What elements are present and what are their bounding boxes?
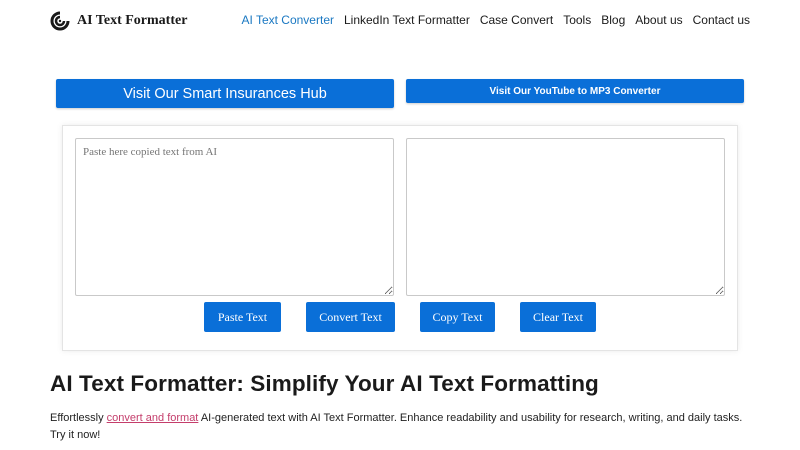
copy-text-button[interactable]: Copy Text	[420, 302, 495, 332]
output-textarea[interactable]	[406, 138, 725, 296]
paste-text-button[interactable]: Paste Text	[204, 302, 281, 332]
nav-contact-us[interactable]: Contact us	[693, 13, 750, 27]
page-title: AI Text Formatter: Simplify Your AI Text…	[50, 371, 599, 396]
clear-text-button[interactable]: Clear Text	[520, 302, 596, 332]
nav-blog[interactable]: Blog	[601, 13, 625, 27]
intro-paragraph: Effortlessly convert and format AI-gener…	[50, 410, 760, 444]
nav-ai-text-converter[interactable]: AI Text Converter	[242, 13, 334, 27]
brand-logo[interactable]: AI Text Formatter	[50, 10, 187, 32]
main-nav: AI Text Converter LinkedIn Text Formatte…	[242, 13, 751, 27]
brand-name: AI Text Formatter	[77, 13, 188, 28]
input-textarea[interactable]	[75, 138, 394, 296]
nav-case-convert[interactable]: Case Convert	[480, 13, 553, 27]
intro-text-start: Effortlessly	[50, 412, 107, 424]
nav-linkedin-text-formatter[interactable]: LinkedIn Text Formatter	[344, 13, 470, 27]
youtube-mp3-converter-button[interactable]: Visit Our YouTube to MP3 Converter	[406, 79, 744, 103]
convert-text-button[interactable]: Convert Text	[306, 302, 395, 332]
swirl-logo-icon	[50, 11, 70, 31]
nav-tools[interactable]: Tools	[563, 13, 591, 27]
site-header: AI Text Formatter AI Text Converter Link…	[0, 0, 800, 42]
nav-about-us[interactable]: About us	[635, 13, 682, 27]
convert-format-link[interactable]: convert and format	[107, 412, 199, 424]
smart-insurances-hub-button[interactable]: Visit Our Smart Insurances Hub	[56, 79, 394, 108]
